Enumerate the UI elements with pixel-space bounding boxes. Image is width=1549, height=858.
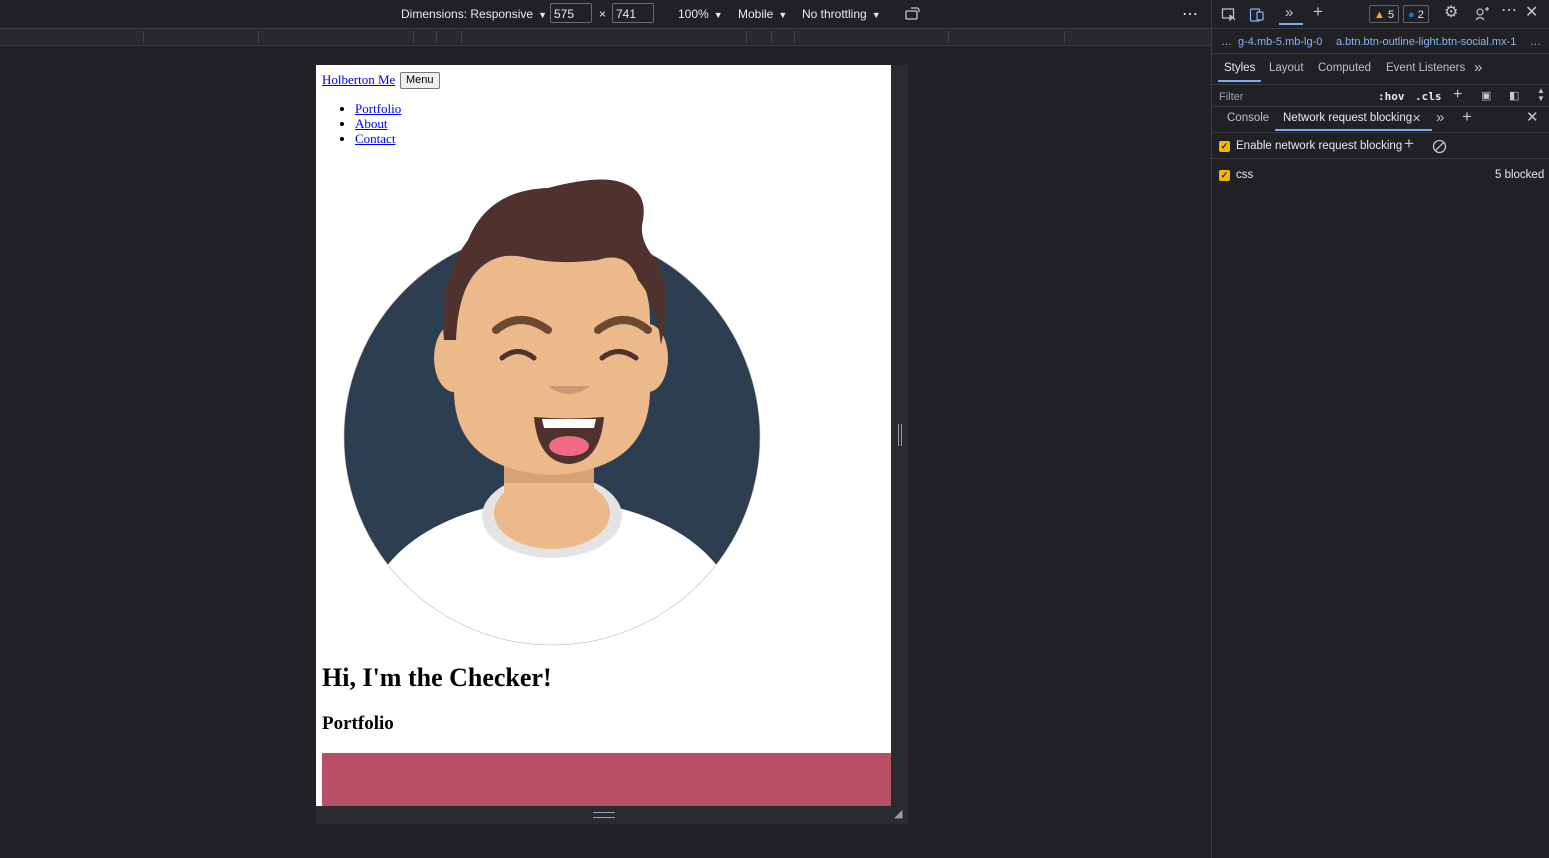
tab-styles[interactable]: Styles (1217, 62, 1262, 82)
blocked-pattern-row[interactable]: ✓ css 5 blocked (1212, 162, 1549, 188)
hov-toggle[interactable]: :hov (1378, 90, 1405, 103)
nav-item-about: About (355, 116, 401, 131)
devtools-toolbar: » + ▲ 5 ● 2 ⚙ ⋯ ✕ (1212, 0, 1549, 29)
filter-input[interactable]: Filter (1219, 91, 1243, 103)
pattern-checkbox[interactable]: ✓ (1219, 170, 1230, 181)
active-tab-indicator (1279, 23, 1303, 25)
inspect-icon[interactable] (1221, 7, 1237, 25)
menu-button[interactable]: Menu (400, 72, 440, 89)
device-toolbar: Dimensions: Responsive ▼ 575 × 741 100% ▼ … (0, 0, 1211, 29)
portfolio-heading: Portfolio (322, 713, 394, 734)
nav-item-portfolio: Portfolio (355, 101, 401, 116)
dimensions-dropdown[interactable]: Dimensions: Responsive ▼ (401, 7, 547, 21)
info-icon: ● (1408, 9, 1415, 21)
resize-handle-bottom[interactable] (593, 812, 615, 818)
avatar-image (343, 179, 761, 646)
devtools-panel: » + ▲ 5 ● 2 ⚙ ⋯ ✕ … g-4.mb-5.mb-lg-0 a.b… (1211, 0, 1549, 858)
caret-down-icon: ▼ (713, 10, 723, 20)
enable-blocking-checkbox[interactable]: ✓ (1219, 141, 1230, 152)
add-pattern-icon[interactable]: + (1404, 135, 1414, 152)
caret-down-icon: ▼ (778, 10, 788, 20)
nav-item-contact: Contact (355, 131, 401, 146)
height-input[interactable]: 741 (612, 3, 654, 23)
zoom-label: 100% (678, 7, 709, 21)
clear-patterns-icon[interactable] (1432, 139, 1447, 156)
breadcrumb-item[interactable]: g-4.mb-5.mb-lg-0 (1238, 36, 1322, 48)
close-drawer-icon[interactable]: ✕ (1526, 110, 1539, 125)
site-brand-link[interactable]: Holberton Me (322, 72, 395, 88)
throttling-label: No throttling (802, 7, 867, 21)
scroll-arrows-icon[interactable]: ▲ ▼ (1537, 87, 1545, 103)
enable-blocking-label: Enable network request blocking (1236, 140, 1403, 152)
sidebar-tabs: Styles Layout Computed Event Listeners » (1212, 55, 1549, 85)
device-type-label: Mobile (738, 7, 774, 21)
paint-icon[interactable]: ▣ (1481, 89, 1491, 103)
breadcrumb-ellipsis-left[interactable]: … (1221, 36, 1232, 48)
caret-down-icon: ▼ (871, 10, 881, 20)
caret-down-icon: ▼ (538, 10, 547, 20)
add-drawer-tab-icon[interactable]: + (1462, 108, 1472, 125)
zoom-dropdown[interactable]: 100% ▼ (678, 7, 723, 21)
dimensions-label: Dimensions: Responsive (401, 7, 534, 21)
resize-corner-icon[interactable]: ◢ (894, 808, 906, 820)
pattern-text: css (1236, 169, 1254, 181)
tab-console[interactable]: Console (1227, 112, 1269, 124)
styles-filter-bar: Filter :hov .cls + ▣ ◧ ▲ ▼ (1213, 87, 1549, 107)
nav-list: Portfolio About Contact (355, 101, 401, 146)
close-tab-icon[interactable]: ✕ (1412, 112, 1421, 126)
customize-icon[interactable] (1474, 6, 1490, 24)
device-type-dropdown[interactable]: Mobile ▼ (738, 7, 787, 21)
cls-toggle[interactable]: .cls (1415, 90, 1442, 103)
info-count: 2 (1417, 9, 1424, 21)
times-sign: × (599, 7, 607, 21)
tab-event-listeners[interactable]: Event Listeners (1386, 62, 1465, 74)
toggle-sidebar-icon[interactable]: ◧ (1509, 89, 1519, 103)
settings-gear-icon[interactable]: ⚙ (1444, 5, 1458, 21)
more-options-icon[interactable]: ⋯ (1182, 4, 1198, 24)
hero-title: Hi, I'm the Checker! (322, 663, 552, 692)
close-devtools-icon[interactable]: ✕ (1525, 5, 1538, 21)
portfolio-item[interactable] (322, 753, 891, 806)
blocked-count: 5 blocked (1495, 169, 1545, 181)
kebab-menu-icon[interactable]: ⋯ (1501, 3, 1517, 19)
nav-link-portfolio[interactable]: Portfolio (355, 101, 401, 116)
width-input[interactable]: 575 (550, 3, 592, 23)
resize-handle-right[interactable] (898, 424, 902, 446)
more-tabs-icon[interactable]: » (1474, 60, 1482, 75)
warnings-badge[interactable]: ▲ 5 (1369, 5, 1400, 23)
warnings-count: 5 (1387, 9, 1395, 21)
breadcrumb-item[interactable]: a.btn.btn-outline-light.btn-social.mx-1 (1336, 36, 1516, 48)
device-toggle-icon[interactable] (1249, 7, 1265, 25)
new-rule-icon[interactable]: + (1453, 87, 1462, 103)
warning-icon: ▲ (1374, 9, 1385, 21)
emulated-viewport: Holberton Me Menu Portfolio About Contac… (316, 65, 891, 806)
tab-layout[interactable]: Layout (1269, 62, 1304, 74)
drawer-tabbar: Console Network request blocking ✕ » + ✕ (1213, 106, 1549, 133)
more-tabs-icon[interactable]: » (1285, 5, 1293, 20)
more-drawer-tabs-icon[interactable]: » (1436, 110, 1444, 125)
tab-computed[interactable]: Computed (1318, 62, 1371, 74)
throttling-dropdown[interactable]: No throttling ▼ (802, 7, 881, 21)
rotate-icon[interactable] (905, 6, 921, 23)
blocking-toolbar: ✓ Enable network request blocking + (1212, 133, 1549, 159)
nav-link-about[interactable]: About (355, 116, 388, 131)
breadcrumb: … g-4.mb-5.mb-lg-0 a.btn.btn-outline-lig… (1212, 29, 1549, 54)
nav-link-contact[interactable]: Contact (355, 131, 395, 146)
tab-network-request-blocking[interactable]: Network request blocking (1274, 112, 1433, 131)
add-tab-icon[interactable]: + (1313, 3, 1323, 20)
media-query-ruler (0, 29, 1211, 46)
info-badge[interactable]: ● 2 (1403, 5, 1429, 23)
breadcrumb-ellipsis-right[interactable]: … (1530, 36, 1541, 48)
